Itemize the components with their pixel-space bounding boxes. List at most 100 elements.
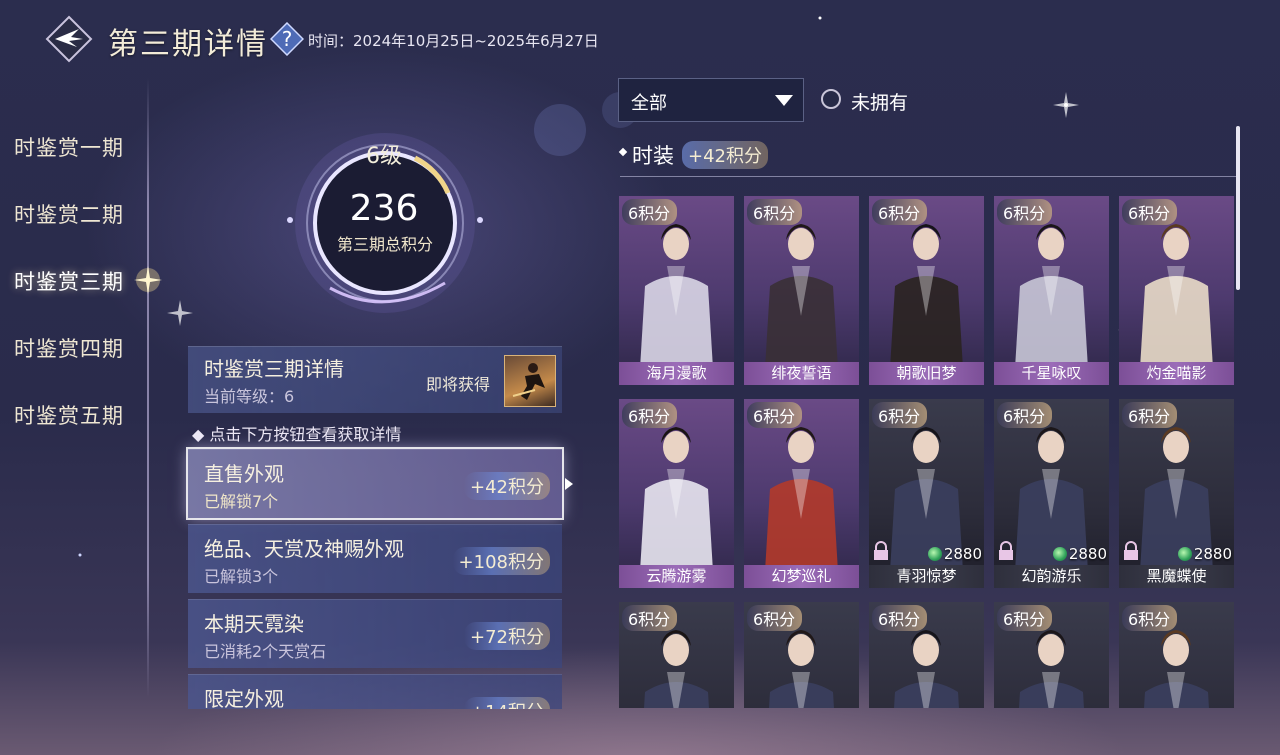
points-badge: 6积分: [872, 199, 928, 225]
unowned-label[interactable]: 未拥有: [851, 88, 908, 115]
outfit-price-value: 2880: [1068, 545, 1107, 563]
period-tab-5[interactable]: 时鉴赏五期: [14, 400, 124, 430]
source-premium-button[interactable]: 绝品、天赏及神赐外观 已解锁3个 +108积分: [188, 524, 562, 593]
source-title: 限定外观: [204, 687, 284, 709]
source-dye-button[interactable]: 本期天霓染 已消耗2个天赏石 +72积分: [188, 599, 562, 668]
outfit-card[interactable]: 6积分绯夜誓语: [744, 196, 859, 385]
outfit-card[interactable]: 6积分 2880 黑魔蝶使: [1119, 399, 1234, 588]
section-points: +42积分: [682, 141, 768, 169]
detail-title: 时鉴赏三期详情: [204, 357, 344, 381]
outfit-card[interactable]: 6积分: [869, 602, 984, 708]
upcoming-reward-thumbnail[interactable]: [504, 355, 556, 407]
points-badge: 6积分: [997, 199, 1053, 225]
active-period-star-icon: [134, 266, 162, 294]
outfit-card[interactable]: 6积分灼金喵影: [1119, 196, 1234, 385]
section-title: 时装: [632, 144, 674, 168]
outfit-name: 幻韵游乐: [994, 565, 1109, 588]
current-level: 当前等级：6: [204, 387, 295, 406]
outfit-card[interactable]: 6积分幻梦巡礼: [744, 399, 859, 588]
hint-text: ◆ 点击下方按钮查看获取详情: [192, 425, 402, 444]
period-tab-4[interactable]: 时鉴赏四期: [14, 333, 124, 363]
period-nav-divider: [147, 78, 149, 698]
points-badge: 6积分: [747, 402, 803, 428]
outfit-price: 2880: [927, 545, 982, 563]
points-badge: 6积分: [997, 605, 1053, 631]
outfit-name: 云腾游雾: [619, 565, 734, 588]
outfit-name: 灼金喵影: [1119, 362, 1234, 385]
outfit-card[interactable]: 6积分: [619, 602, 734, 708]
question-mark-icon: ?: [269, 21, 305, 57]
outfit-card[interactable]: 6积分千星咏叹: [994, 196, 1109, 385]
filter-selected-value: 全部: [631, 93, 667, 114]
source-points: +14积分: [464, 697, 550, 709]
source-subtitle: 已解锁7个: [204, 492, 279, 511]
outfit-card[interactable]: 6积分云腾游雾: [619, 399, 734, 588]
lock-icon: [1124, 541, 1138, 560]
outfit-name: 绯夜誓语: [744, 362, 859, 385]
source-title: 直售外观: [204, 462, 284, 486]
outfit-grid-scrollbar[interactable]: [1236, 126, 1240, 290]
outfit-price-value: 2880: [943, 545, 982, 563]
lock-icon: [999, 541, 1013, 560]
outfit-card[interactable]: 6积分: [1119, 602, 1234, 708]
period-tab-3[interactable]: 时鉴赏三期: [14, 266, 124, 296]
source-title: 本期天霓染: [204, 612, 304, 636]
upcoming-reward-label: 即将获得: [426, 375, 491, 394]
page-title: 第三期详情: [108, 27, 268, 62]
lock-icon: [874, 541, 888, 560]
outfit-name: 幻梦巡礼: [744, 565, 859, 588]
outfit-grid: 6积分 海月漫歌 6积分 绯夜誓语 6积分 朝歌旧梦 6积分 千星咏叹 6积分 灼金喵影 6积分 云腾…: [619, 196, 1236, 708]
points-badge: 6积分: [622, 199, 678, 225]
points-badge: 6积分: [997, 402, 1053, 428]
points-badge: 6积分: [747, 199, 803, 225]
unowned-radio[interactable]: [821, 89, 841, 109]
jade-currency-icon: [927, 547, 942, 561]
source-direct-sale-button[interactable]: 直售外观 已解锁7个 +42积分: [188, 449, 562, 518]
outfit-card[interactable]: 6积分 2880 幻韵游乐: [994, 399, 1109, 588]
points-badge: 6积分: [872, 605, 928, 631]
svg-text:?: ?: [282, 27, 293, 51]
outfit-card[interactable]: 6积分: [744, 602, 859, 708]
chevron-down-icon: [775, 95, 793, 106]
points-badge: 6积分: [747, 605, 803, 631]
period-detail-card[interactable]: 时鉴赏三期详情 当前等级：6 即将获得: [188, 346, 562, 413]
section-divider: [620, 176, 1236, 177]
source-title: 绝品、天赏及神赐外观: [204, 537, 404, 561]
jade-currency-icon: [1052, 547, 1067, 561]
points-badge: 6积分: [622, 402, 678, 428]
total-score-value: 236: [349, 188, 419, 229]
outfit-name: 海月漫歌: [619, 362, 734, 385]
active-source-arrow-icon: [565, 478, 573, 490]
period-tab-2[interactable]: 时鉴赏二期: [14, 199, 124, 229]
outfit-price: 2880: [1052, 545, 1107, 563]
back-arrow-icon: [45, 15, 93, 63]
level-label: 6级: [366, 144, 402, 169]
jade-currency-icon: [1177, 547, 1192, 561]
source-limited-button[interactable]: 限定外观 +14积分: [188, 674, 562, 709]
outfit-card[interactable]: 6积分海月漫歌: [619, 196, 734, 385]
points-badge: 6积分: [1122, 402, 1178, 428]
outfit-name: 青羽惊梦: [869, 565, 984, 588]
outfit-card[interactable]: 6积分: [994, 602, 1109, 708]
source-points: +42积分: [464, 472, 550, 500]
reward-figure-icon: [512, 363, 545, 400]
source-subtitle: 已消耗2个天赏石: [204, 642, 327, 661]
period-tab-1[interactable]: 时鉴赏一期: [14, 132, 124, 162]
outfit-price-value: 2880: [1193, 545, 1232, 563]
outfit-name: 朝歌旧梦: [869, 362, 984, 385]
outfit-name: 千星咏叹: [994, 362, 1109, 385]
outfit-card[interactable]: 6积分朝歌旧梦: [869, 196, 984, 385]
source-points: +72积分: [464, 622, 550, 650]
source-subtitle: 已解锁3个: [204, 567, 279, 586]
points-badge: 6积分: [1122, 199, 1178, 225]
total-score-label: 第三期总积分: [336, 235, 433, 254]
event-date-range: 时间：2024年10月25日~2025年6月27日: [308, 32, 599, 50]
points-badge: 6积分: [1122, 605, 1178, 631]
back-button[interactable]: [45, 15, 93, 63]
outfit-price: 2880: [1177, 545, 1232, 563]
source-points: +108积分: [452, 547, 550, 575]
help-button[interactable]: ?: [269, 21, 305, 57]
category-filter-select[interactable]: 全部: [618, 78, 804, 122]
points-badge: 6积分: [872, 402, 928, 428]
outfit-card[interactable]: 6积分 2880 青羽惊梦: [869, 399, 984, 588]
